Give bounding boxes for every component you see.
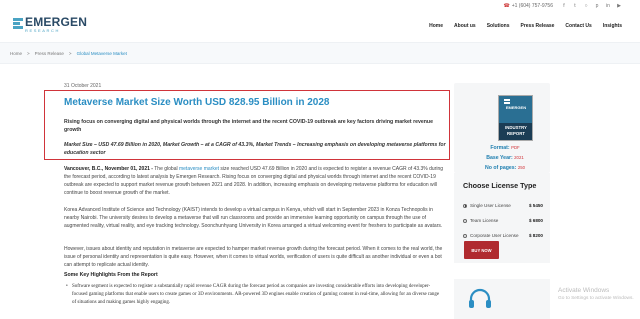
nav-contact-us[interactable]: Contact Us	[565, 23, 591, 29]
headset-icon	[469, 288, 491, 308]
linkedin-icon[interactable]: in	[605, 3, 611, 9]
watermark-title: Activate Windows	[558, 287, 610, 294]
phone-icon: ☎	[503, 3, 510, 9]
license-label: Corporate User License	[470, 233, 519, 238]
license-label: Team License	[470, 218, 499, 223]
windows-activation-watermark: Activate Windows Go to Settings to activ…	[558, 287, 634, 303]
nav-home[interactable]: Home	[429, 23, 443, 29]
license-option-corporate[interactable]: Corporate User License $ 8200	[463, 233, 543, 238]
article-date: 31 October 2021	[64, 83, 102, 89]
radio-button[interactable]	[463, 218, 467, 223]
list-item: • Software segment is expected to registe…	[66, 283, 444, 307]
cover-label: INDUSTRY REPORT	[505, 125, 527, 136]
nav-press-release[interactable]: Press Release	[521, 23, 555, 29]
license-price: $ 8200	[528, 233, 543, 238]
format-value: PDF	[511, 145, 520, 150]
paragraph-text: The global	[152, 166, 179, 172]
cover-logo-text: EMERGEN	[505, 105, 527, 110]
logo-mark-icon	[13, 17, 23, 32]
youtube-icon[interactable]: ▶	[616, 3, 622, 9]
instagram-icon[interactable]: ○	[583, 3, 589, 9]
license-option-team[interactable]: Team License $ 6800	[463, 218, 543, 223]
license-option-single[interactable]: Single User License $ 5450	[463, 203, 543, 208]
breadcrumb-press-release[interactable]: Press Release	[35, 51, 64, 56]
article-key-figures: Market Size – USD 47.69 Billion in 2020,…	[64, 142, 446, 156]
pages-value: 250	[517, 165, 526, 170]
radio-button[interactable]	[463, 233, 467, 238]
dateline: Vancouver, B.C., November 01, 2021 -	[64, 166, 153, 172]
top-strip: ☎ +1 (604) 757-9756 f t ○ p in ▶	[0, 0, 640, 12]
breadcrumb: Home > Press Release > Global Metaverse …	[10, 51, 127, 56]
breadcrumb-separator: >	[27, 51, 30, 56]
site-logo[interactable]: EMERGEN RESEARCH	[13, 16, 87, 33]
breadcrumb-current: Global Metaverse Market	[76, 51, 127, 56]
article-subtitle: Rising focus on converging digital and p…	[64, 119, 433, 133]
pages-label: No of pages:	[484, 165, 517, 171]
nav-about-us[interactable]: About us	[454, 23, 476, 29]
metaverse-market-link[interactable]: metaverse market	[179, 166, 219, 172]
logo-text: EMERGEN	[25, 15, 88, 29]
breadcrumb-home[interactable]: Home	[10, 51, 22, 56]
radio-button[interactable]	[463, 203, 467, 208]
bullet-text: Software segment is expected to register…	[72, 284, 440, 305]
watermark-subtitle: Go to Settings to activate Windows.	[558, 296, 634, 301]
main-nav: Home About us Solutions Press Release Co…	[429, 23, 622, 29]
format-label: Format:	[490, 145, 510, 151]
license-heading: Choose License Type	[463, 181, 537, 190]
report-base-year: Base Year: 2021	[470, 155, 540, 161]
buy-now-button[interactable]: BUY NOW	[464, 241, 499, 259]
nav-insights[interactable]: Insights	[603, 23, 622, 29]
section-heading: Some Key Highlights From the Report	[64, 272, 158, 278]
site-header: EMERGEN RESEARCH Home About us Solutions…	[0, 12, 640, 40]
bullet-icon: •	[66, 284, 68, 289]
report-format: Format: PDF	[470, 145, 540, 151]
base-year-value: 2021	[514, 155, 524, 160]
twitter-icon[interactable]: t	[572, 3, 578, 9]
article-paragraph-2: Korea Advanced Institute of Science and …	[64, 207, 443, 229]
breadcrumb-separator: >	[68, 51, 72, 56]
license-price: $ 5450	[528, 203, 543, 208]
facebook-icon[interactable]: f	[561, 3, 567, 9]
base-year-label: Base Year:	[486, 155, 513, 161]
license-price: $ 6800	[528, 218, 543, 223]
article-paragraph-1: Vancouver, B.C., November 01, 2021 - The…	[64, 165, 446, 197]
page-title: Metaverse Market Size Worth USD 828.95 B…	[64, 97, 330, 108]
report-pages: No of pages: 250	[470, 165, 540, 171]
breadcrumb-band: Home > Press Release > Global Metaverse …	[0, 42, 640, 64]
article-paragraph-3: However, issues about identity and reput…	[64, 246, 443, 268]
nav-solutions[interactable]: Solutions	[487, 23, 510, 29]
report-cover-image[interactable]: EMERGEN INDUSTRY REPORT	[498, 95, 533, 141]
phone-number: +1 (604) 757-9756	[511, 3, 553, 9]
phone-contact[interactable]: ☎ +1 (604) 757-9756	[503, 3, 553, 9]
license-label: Single User License	[470, 203, 511, 208]
pinterest-icon[interactable]: p	[594, 3, 600, 9]
